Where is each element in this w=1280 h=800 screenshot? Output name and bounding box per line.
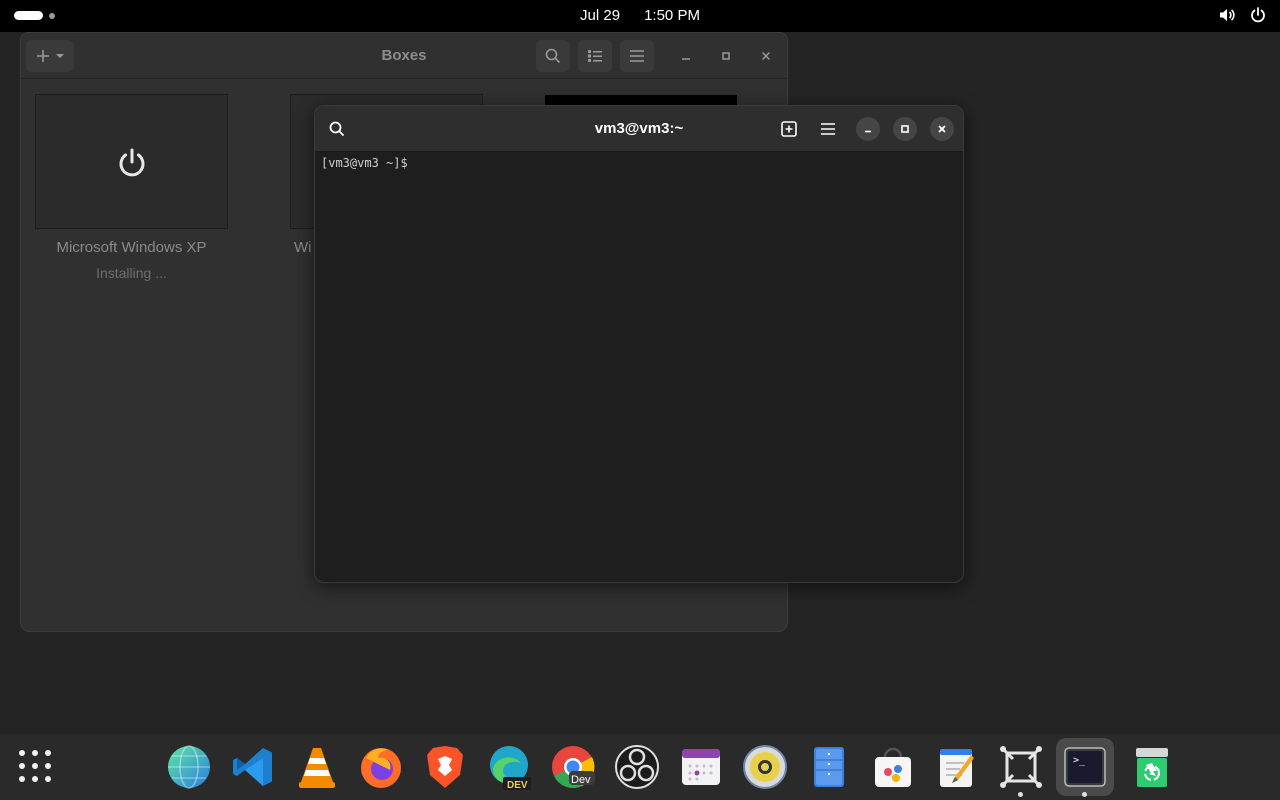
running-indicator [1018,792,1023,797]
vscode-icon [233,748,272,786]
globe-icon [168,745,210,789]
grid-dot [32,763,38,769]
close-icon [761,51,771,61]
hamburger-menu-icon [630,50,644,62]
file-cabinet-icon [814,747,844,787]
search-icon [329,121,345,137]
running-indicator [1082,792,1087,797]
grid-dot [32,776,38,782]
terminal-headerbar: vm3@vm3:~ [315,106,963,152]
minimize-icon [865,130,871,133]
clock-date[interactable]: Jul 29 [580,7,620,24]
power-icon[interactable] [1250,6,1266,24]
software-store-icon [875,747,911,787]
speaker-icon [743,745,787,789]
terminal-prompt: [vm3@vm3 ~]$ [321,156,408,170]
chevron-down-icon [55,54,64,58]
activities-button[interactable] [14,11,55,20]
grid-dot [19,763,25,769]
brave-icon [427,746,463,788]
grid-dot [45,750,51,756]
terminal-glyph: >_ [1073,755,1086,766]
new-tab-icon [781,121,797,137]
dock-app-file-cabinet[interactable] [804,742,854,792]
dock-app-text-editor[interactable] [932,742,982,792]
dock-app-firefox[interactable] [356,742,406,792]
vlc-icon [299,748,335,788]
close-icon [938,125,946,133]
vm-status: Installing ... [96,265,167,281]
dock-app-boxes[interactable] [996,742,1046,792]
calendar-icon [682,749,720,785]
terminal-output[interactable]: [vm3@vm3 ~]$ [315,152,963,174]
text-editor-icon [940,749,974,787]
grid-dot [32,750,38,756]
vm-thumbnail[interactable] [35,94,228,229]
minimize-icon [682,58,690,60]
boxes-close-button[interactable] [755,45,777,67]
view-toggle-button[interactable] [578,40,612,72]
boxes-title: Boxes [381,47,427,64]
dock-app-speaker[interactable] [740,742,790,792]
dock-app-calendar[interactable] [676,742,726,792]
boxes-minimize-button[interactable] [675,45,697,67]
firefox-icon [361,748,401,788]
show-apps-button[interactable] [19,750,53,784]
dock-app-vlc[interactable] [292,742,342,792]
grid-dot [45,776,51,782]
dev-badge: DEV [507,780,528,791]
new-tab-button[interactable] [777,117,801,141]
search-icon [545,48,561,64]
dock: DEV Dev >_ [0,734,1280,800]
vm-name: Microsoft Windows XP [56,239,207,256]
top-bar: Jul 29 1:50 PM [0,0,1280,32]
dock-app-vscode[interactable] [228,742,278,792]
obs-icon [615,745,659,789]
terminal-maximize-button[interactable] [893,117,917,141]
dock-app-terminal[interactable]: >_ [1056,738,1114,796]
maximize-icon [722,52,730,60]
main-menu-button[interactable] [620,40,654,72]
workspace-indicator-inactive [49,12,55,19]
terminal-minimize-button[interactable] [856,117,880,141]
terminal-window: vm3@vm3:~ [vm3@vm3 ~]$ [314,105,964,583]
grid-dot [19,776,25,782]
maximize-icon [901,125,909,133]
workspace-indicator-active [14,11,43,20]
boxes-headerbar: Boxes [21,33,787,79]
dock-app-obs-studio[interactable] [612,742,662,792]
terminal-menu-button[interactable] [816,117,840,141]
terminal-close-button[interactable] [930,117,954,141]
terminal-search-button[interactable] [325,117,349,141]
dock-app-edge-dev[interactable]: DEV [484,742,534,792]
dock-app-chrome-dev[interactable]: Dev [548,742,598,792]
boxes-maximize-button[interactable] [715,45,737,67]
dock-app-trash[interactable] [1127,742,1177,792]
new-vm-button[interactable] [26,40,74,72]
grid-dot [45,763,51,769]
dock-app-software-store[interactable] [868,742,918,792]
search-button[interactable] [536,40,570,72]
power-icon [119,148,145,177]
dev-badge: Dev [571,774,591,786]
list-view-icon [588,50,602,62]
clock: Jul 29 1:50 PM [0,7,1280,24]
dock-app-globe-browser[interactable] [164,742,214,792]
grid-dot [19,750,25,756]
dock-app-brave[interactable] [420,742,470,792]
terminal-icon [1064,747,1106,787]
plus-icon [36,50,49,62]
clock-time[interactable]: 1:50 PM [644,7,700,24]
boxes-icon [1000,746,1042,788]
volume-icon[interactable] [1218,6,1236,24]
system-tray[interactable] [1218,6,1266,24]
hamburger-menu-icon [821,123,835,135]
trash-icon [1136,748,1168,787]
